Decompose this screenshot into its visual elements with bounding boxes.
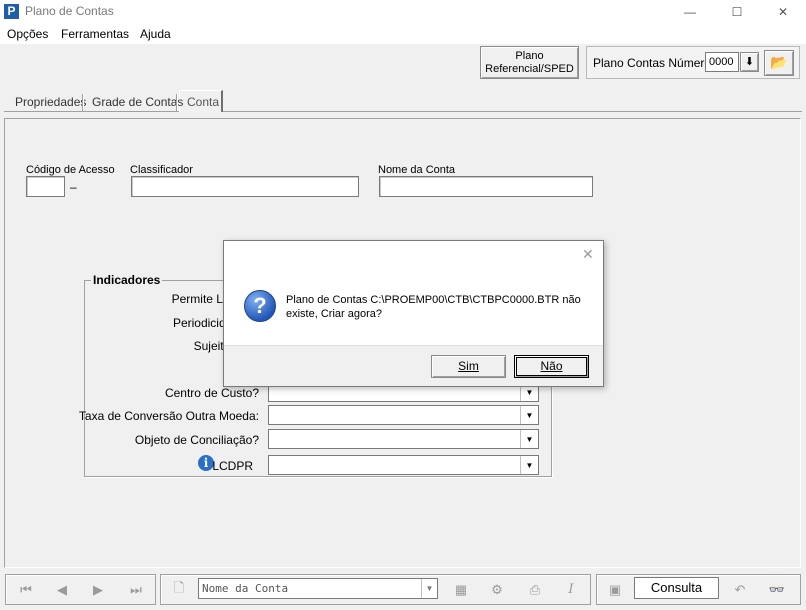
bin-icon: ⚙ — [491, 581, 503, 597]
folder-open-icon: 📂 — [770, 54, 788, 70]
last-record-icon: ⏭ — [130, 581, 142, 597]
plano-referencial-button[interactable]: Plano Referencial/SPED — [480, 46, 579, 79]
italic-icon: I — [568, 582, 574, 597]
tab-separator — [82, 94, 84, 111]
tab-separator — [176, 94, 178, 111]
nao-button[interactable]: Não — [514, 355, 589, 378]
nao-label: Não — [540, 359, 563, 373]
codigo-dash: – — [70, 180, 77, 194]
objeto-conciliacao-select[interactable]: ▼ — [268, 429, 539, 449]
plano-referencial-line1: Plano — [515, 50, 544, 62]
taxa-conversao-label: Taxa de Conversão Outra Moeda: — [78, 409, 259, 423]
dropdown-arrow-icon: ▼ — [520, 406, 538, 424]
nome-conta-label: Nome da Conta — [378, 164, 456, 176]
objeto-conciliacao-label: Objeto de Conciliação? — [134, 433, 259, 447]
last-record-button[interactable]: ⏭ — [120, 577, 152, 602]
plano-contas-spin-button[interactable]: ⬇ — [740, 52, 759, 72]
next-record-icon: ▶ — [93, 581, 103, 597]
find-button[interactable]: 👓 — [762, 577, 792, 602]
indicadores-title: Indicadores — [91, 273, 163, 287]
italic-button[interactable]: I — [558, 577, 584, 602]
lcdpr-select[interactable]: ▼ — [268, 455, 539, 475]
dropdown-arrow-icon: ▼ — [520, 430, 538, 448]
codigo-acesso-label: Código de Acesso — [26, 164, 115, 176]
menu-ajuda[interactable]: Ajuda — [140, 27, 171, 41]
close-button[interactable]: ✕ — [760, 0, 806, 24]
open-folder-button[interactable]: 📂 — [764, 50, 794, 76]
sujeita-label: Sujeita a Co — [193, 339, 259, 353]
sim-label: Sim — [458, 359, 479, 373]
maximize-button[interactable]: ☐ — [714, 0, 760, 24]
print-button[interactable]: ⎙ — [522, 577, 548, 602]
prev-record-icon: ◀ — [57, 581, 67, 597]
prev-record-button[interactable]: ◀ — [46, 577, 78, 602]
periodicidade-label: Periodicidade M — [172, 316, 259, 330]
plano-contas-input[interactable]: 0000 — [705, 52, 739, 72]
dialog-message-line1: Plano de Contas C:\PROEMP00\CTB\CTBPC000… — [286, 294, 581, 306]
tabs-baseline — [4, 111, 802, 112]
tab-propriedades[interactable]: Propriedades — [10, 93, 91, 111]
save-button[interactable]: ▣ — [602, 577, 628, 602]
close-icon: ✕ — [777, 5, 789, 19]
download-arrow-icon: ⬇ — [744, 56, 755, 68]
first-record-button[interactable]: ⏮ — [10, 577, 42, 602]
dropdown-arrow-icon: ▼ — [520, 456, 538, 474]
printer-icon: ⎙ — [529, 581, 541, 597]
classificador-input[interactable] — [131, 176, 359, 197]
save-icon: ▣ — [608, 581, 622, 597]
question-icon: ? — [244, 290, 276, 322]
taxa-conversao-select[interactable]: ▼ — [268, 405, 539, 425]
codigo-acesso-input[interactable] — [26, 176, 65, 197]
app-icon: P — [4, 4, 19, 19]
dialog-message-line2: existe, Criar agora? — [286, 308, 382, 320]
plano-referencial-line2: Referencial/SPED — [485, 63, 574, 75]
menu-ferramentas[interactable]: Ferramentas — [61, 27, 129, 41]
dialog-message: Plano de Contas C:\PROEMP00\CTB\CTBPC000… — [286, 293, 586, 321]
undo-icon: ↶ — [734, 581, 746, 597]
binoculars-icon: 👓 — [768, 581, 786, 597]
mode-status: Consulta — [634, 577, 719, 599]
re-label: Re — [0, 362, 259, 376]
search-field-select[interactable]: Nome da Conta — [198, 578, 438, 599]
document-icon: 🗋 — [173, 579, 185, 595]
undo-button[interactable]: ↶ — [727, 577, 753, 602]
menu-opcoes[interactable]: Opções — [7, 27, 48, 41]
tab-grade-de-contas[interactable]: Grade de Contas — [87, 93, 188, 111]
tab-conta[interactable]: Conta — [182, 93, 224, 111]
nome-conta-input[interactable] — [379, 176, 593, 197]
new-document-button[interactable]: 🗋 — [166, 577, 192, 602]
next-record-button[interactable]: ▶ — [82, 577, 114, 602]
dropdown-arrow-icon[interactable]: ▼ — [421, 579, 437, 598]
maximize-icon: ☐ — [731, 5, 743, 19]
calculator-button[interactable]: ▦ — [448, 577, 474, 602]
minimize-icon: — — [684, 5, 696, 19]
centro-custo-label: Centro de Custo? — [164, 386, 259, 400]
lcdpr-label: LCDPR — [212, 459, 253, 473]
minimize-button[interactable]: — — [667, 0, 713, 24]
bin-button[interactable]: ⚙ — [484, 577, 510, 602]
sim-button[interactable]: Sim — [431, 355, 506, 378]
dialog-close-icon[interactable]: ✕ — [582, 246, 594, 263]
first-record-icon: ⏮ — [20, 581, 32, 597]
permite-lancamento-label: Permite Lançam — [171, 292, 259, 306]
plano-contas-label: Plano Contas Número — [593, 56, 712, 70]
calculator-icon: ▦ — [454, 581, 468, 597]
window-title: Plano de Contas — [25, 4, 114, 18]
classificador-label: Classificador — [130, 164, 193, 176]
